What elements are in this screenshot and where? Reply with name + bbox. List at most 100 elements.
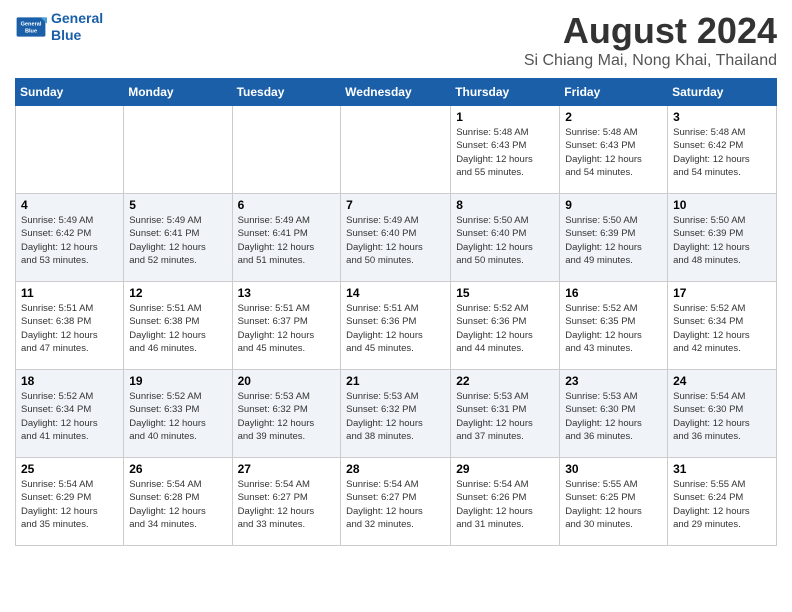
calendar-cell: 4 Sunrise: 5:49 AM Sunset: 6:42 PM Daylig… xyxy=(16,194,124,282)
day-number: 21 xyxy=(346,374,445,388)
day-info: Sunrise: 5:55 AM Sunset: 6:24 PM Dayligh… xyxy=(673,478,771,531)
day-number: 17 xyxy=(673,286,771,300)
day-number: 18 xyxy=(21,374,118,388)
svg-text:General: General xyxy=(21,21,42,27)
day-info: Sunrise: 5:54 AM Sunset: 6:29 PM Dayligh… xyxy=(21,478,118,531)
calendar-subtitle: Si Chiang Mai, Nong Khai, Thailand xyxy=(524,52,777,70)
day-number: 4 xyxy=(21,198,118,212)
day-info: Sunrise: 5:52 AM Sunset: 6:35 PM Dayligh… xyxy=(565,302,662,355)
week-row-2: 4 Sunrise: 5:49 AM Sunset: 6:42 PM Daylig… xyxy=(16,194,777,282)
calendar-cell: 18 Sunrise: 5:52 AM Sunset: 6:34 PM Dayli… xyxy=(16,370,124,458)
calendar-cell: 22 Sunrise: 5:53 AM Sunset: 6:31 PM Dayli… xyxy=(451,370,560,458)
day-number: 7 xyxy=(346,198,445,212)
day-number: 3 xyxy=(673,110,771,124)
day-number: 30 xyxy=(565,462,662,476)
calendar-table: SundayMondayTuesdayWednesdayThursdayFrid… xyxy=(15,78,777,546)
day-number: 13 xyxy=(238,286,336,300)
calendar-cell: 24 Sunrise: 5:54 AM Sunset: 6:30 PM Dayli… xyxy=(668,370,777,458)
day-info: Sunrise: 5:54 AM Sunset: 6:27 PM Dayligh… xyxy=(238,478,336,531)
day-number: 6 xyxy=(238,198,336,212)
day-info: Sunrise: 5:54 AM Sunset: 6:26 PM Dayligh… xyxy=(456,478,554,531)
calendar-cell: 5 Sunrise: 5:49 AM Sunset: 6:41 PM Daylig… xyxy=(124,194,232,282)
calendar-cell: 30 Sunrise: 5:55 AM Sunset: 6:25 PM Dayli… xyxy=(560,458,668,546)
day-info: Sunrise: 5:53 AM Sunset: 6:30 PM Dayligh… xyxy=(565,390,662,443)
day-number: 22 xyxy=(456,374,554,388)
calendar-cell: 13 Sunrise: 5:51 AM Sunset: 6:37 PM Dayli… xyxy=(232,282,341,370)
day-number: 19 xyxy=(129,374,226,388)
day-number: 10 xyxy=(673,198,771,212)
day-number: 26 xyxy=(129,462,226,476)
day-info: Sunrise: 5:53 AM Sunset: 6:31 PM Dayligh… xyxy=(456,390,554,443)
weekday-header-sunday: Sunday xyxy=(16,79,124,106)
calendar-cell: 17 Sunrise: 5:52 AM Sunset: 6:34 PM Dayli… xyxy=(668,282,777,370)
day-info: Sunrise: 5:51 AM Sunset: 6:37 PM Dayligh… xyxy=(238,302,336,355)
calendar-cell xyxy=(232,106,341,194)
calendar-cell: 20Sunrise: 5:53 AM Sunset: 6:32 PM Dayli… xyxy=(232,370,341,458)
page-header: General Blue General Blue August 2024 Si… xyxy=(15,10,777,70)
calendar-cell: 25 Sunrise: 5:54 AM Sunset: 6:29 PM Dayli… xyxy=(16,458,124,546)
day-number: 5 xyxy=(129,198,226,212)
day-info: Sunrise: 5:51 AM Sunset: 6:36 PM Dayligh… xyxy=(346,302,445,355)
calendar-cell xyxy=(16,106,124,194)
day-info: Sunrise: 5:52 AM Sunset: 6:34 PM Dayligh… xyxy=(673,302,771,355)
day-number: 25 xyxy=(21,462,118,476)
day-info: Sunrise: 5:49 AM Sunset: 6:42 PM Dayligh… xyxy=(21,214,118,267)
day-info: Sunrise: 5:51 AM Sunset: 6:38 PM Dayligh… xyxy=(129,302,226,355)
day-number: 8 xyxy=(456,198,554,212)
day-info: Sunrise: 5:48 AM Sunset: 6:43 PM Dayligh… xyxy=(456,126,554,179)
day-number: 9 xyxy=(565,198,662,212)
weekday-header-row: SundayMondayTuesdayWednesdayThursdayFrid… xyxy=(16,79,777,106)
calendar-title: August 2024 xyxy=(524,10,777,52)
day-number: 29 xyxy=(456,462,554,476)
week-row-3: 11Sunrise: 5:51 AM Sunset: 6:38 PM Dayli… xyxy=(16,282,777,370)
day-number: 27 xyxy=(238,462,336,476)
weekday-header-friday: Friday xyxy=(560,79,668,106)
day-number: 24 xyxy=(673,374,771,388)
day-number: 16 xyxy=(565,286,662,300)
calendar-cell: 8 Sunrise: 5:50 AM Sunset: 6:40 PM Daylig… xyxy=(451,194,560,282)
day-info: Sunrise: 5:50 AM Sunset: 6:40 PM Dayligh… xyxy=(456,214,554,267)
day-info: Sunrise: 5:55 AM Sunset: 6:25 PM Dayligh… xyxy=(565,478,662,531)
day-info: Sunrise: 5:54 AM Sunset: 6:30 PM Dayligh… xyxy=(673,390,771,443)
day-info: Sunrise: 5:49 AM Sunset: 6:41 PM Dayligh… xyxy=(129,214,226,267)
calendar-cell: 29 Sunrise: 5:54 AM Sunset: 6:26 PM Dayli… xyxy=(451,458,560,546)
calendar-cell: 23Sunrise: 5:53 AM Sunset: 6:30 PM Dayli… xyxy=(560,370,668,458)
week-row-1: 1Sunrise: 5:48 AM Sunset: 6:43 PM Daylig… xyxy=(16,106,777,194)
calendar-cell: 12Sunrise: 5:51 AM Sunset: 6:38 PM Dayli… xyxy=(124,282,232,370)
title-section: August 2024 Si Chiang Mai, Nong Khai, Th… xyxy=(524,10,777,70)
day-info: Sunrise: 5:49 AM Sunset: 6:41 PM Dayligh… xyxy=(238,214,336,267)
day-number: 28 xyxy=(346,462,445,476)
calendar-cell: 2 Sunrise: 5:48 AM Sunset: 6:43 PM Daylig… xyxy=(560,106,668,194)
calendar-cell: 26Sunrise: 5:54 AM Sunset: 6:28 PM Dayli… xyxy=(124,458,232,546)
day-info: Sunrise: 5:53 AM Sunset: 6:32 PM Dayligh… xyxy=(238,390,336,443)
calendar-cell: 19Sunrise: 5:52 AM Sunset: 6:33 PM Dayli… xyxy=(124,370,232,458)
week-row-4: 18 Sunrise: 5:52 AM Sunset: 6:34 PM Dayli… xyxy=(16,370,777,458)
calendar-cell: 9Sunrise: 5:50 AM Sunset: 6:39 PM Daylig… xyxy=(560,194,668,282)
day-number: 2 xyxy=(565,110,662,124)
calendar-cell xyxy=(341,106,451,194)
day-info: Sunrise: 5:48 AM Sunset: 6:43 PM Dayligh… xyxy=(565,126,662,179)
calendar-cell: 11Sunrise: 5:51 AM Sunset: 6:38 PM Dayli… xyxy=(16,282,124,370)
day-info: Sunrise: 5:50 AM Sunset: 6:39 PM Dayligh… xyxy=(673,214,771,267)
calendar-cell: 10 Sunrise: 5:50 AM Sunset: 6:39 PM Dayli… xyxy=(668,194,777,282)
calendar-cell xyxy=(124,106,232,194)
day-info: Sunrise: 5:52 AM Sunset: 6:34 PM Dayligh… xyxy=(21,390,118,443)
day-info: Sunrise: 5:52 AM Sunset: 6:36 PM Dayligh… xyxy=(456,302,554,355)
calendar-cell: 1Sunrise: 5:48 AM Sunset: 6:43 PM Daylig… xyxy=(451,106,560,194)
calendar-cell: 31 Sunrise: 5:55 AM Sunset: 6:24 PM Dayli… xyxy=(668,458,777,546)
day-number: 15 xyxy=(456,286,554,300)
week-row-5: 25 Sunrise: 5:54 AM Sunset: 6:29 PM Dayli… xyxy=(16,458,777,546)
calendar-cell: 21Sunrise: 5:53 AM Sunset: 6:32 PM Dayli… xyxy=(341,370,451,458)
logo-text: General Blue xyxy=(51,10,103,44)
day-info: Sunrise: 5:48 AM Sunset: 6:42 PM Dayligh… xyxy=(673,126,771,179)
logo-icon: General Blue xyxy=(15,11,47,43)
calendar-cell: 7Sunrise: 5:49 AM Sunset: 6:40 PM Daylig… xyxy=(341,194,451,282)
weekday-header-thursday: Thursday xyxy=(451,79,560,106)
day-number: 31 xyxy=(673,462,771,476)
calendar-cell: 27 Sunrise: 5:54 AM Sunset: 6:27 PM Dayli… xyxy=(232,458,341,546)
calendar-cell: 6 Sunrise: 5:49 AM Sunset: 6:41 PM Daylig… xyxy=(232,194,341,282)
calendar-cell: 15 Sunrise: 5:52 AM Sunset: 6:36 PM Dayli… xyxy=(451,282,560,370)
weekday-header-saturday: Saturday xyxy=(668,79,777,106)
weekday-header-monday: Monday xyxy=(124,79,232,106)
calendar-cell: 16 Sunrise: 5:52 AM Sunset: 6:35 PM Dayli… xyxy=(560,282,668,370)
